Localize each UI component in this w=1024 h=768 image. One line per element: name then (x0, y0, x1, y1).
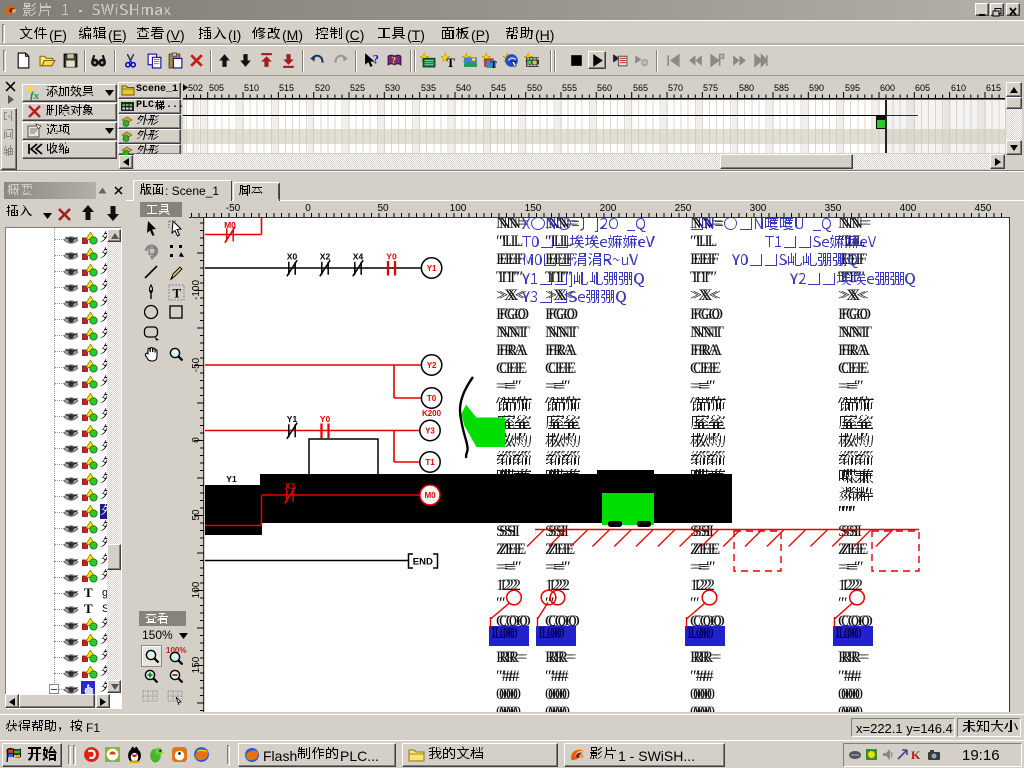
svg-text:600: 600 (880, 83, 895, 93)
svg-text:0: 0 (192, 437, 202, 443)
svg-text:615: 615 (986, 83, 1001, 93)
svg-text:T: T (446, 56, 455, 69)
svg-text:100: 100 (192, 581, 202, 598)
svg-text:X2: X2 (320, 252, 331, 262)
svg-text:Y0: Y0 (320, 414, 331, 424)
svg-text:Y1: Y1 (226, 474, 237, 484)
svg-text:K: K (911, 748, 921, 762)
svg-text:Y1: Y1 (427, 264, 437, 273)
svg-text:Y0: Y0 (386, 252, 397, 262)
svg-text:530: 530 (385, 83, 400, 93)
svg-text:M0: M0 (224, 220, 236, 230)
svg-text:540: 540 (456, 83, 471, 93)
svg-text:K200: K200 (422, 409, 442, 418)
svg-text:150: 150 (192, 656, 202, 673)
svg-text:610: 610 (951, 83, 966, 93)
svg-text:200: 200 (600, 203, 617, 214)
svg-text:0: 0 (305, 203, 311, 214)
svg-text:X3: X3 (285, 481, 296, 491)
svg-text:515: 515 (279, 83, 294, 93)
svg-text:T0: T0 (427, 394, 437, 403)
svg-text:-50: -50 (192, 357, 202, 372)
svg-text:510: 510 (244, 83, 259, 93)
svg-text:502: 502 (188, 83, 203, 93)
svg-text:X0: X0 (287, 252, 298, 262)
svg-text:M0: M0 (424, 491, 436, 500)
svg-text:555: 555 (562, 83, 577, 93)
svg-text:Y2: Y2 (427, 361, 437, 370)
svg-text:525: 525 (350, 83, 365, 93)
svg-text:T: T (173, 286, 182, 301)
svg-text:END: END (413, 557, 433, 568)
svg-text:150: 150 (525, 203, 542, 214)
svg-text:450: 450 (975, 203, 992, 214)
svg-text:550: 550 (527, 83, 542, 93)
svg-text:560: 560 (597, 83, 612, 93)
svg-text:350: 350 (825, 203, 842, 214)
svg-text:fx: fx (30, 90, 40, 101)
svg-text:520: 520 (315, 83, 330, 93)
svg-text:X4: X4 (353, 252, 364, 262)
svg-text:565: 565 (633, 83, 648, 93)
svg-text:Y3: Y3 (425, 427, 435, 436)
svg-text:300: 300 (750, 203, 767, 214)
svg-text:50: 50 (192, 509, 202, 521)
svg-text:?: ? (373, 53, 379, 67)
svg-text:580: 580 (739, 83, 754, 93)
svg-text:-100: -100 (192, 280, 202, 300)
svg-text:585: 585 (774, 83, 789, 93)
svg-text:575: 575 (703, 83, 718, 93)
svg-text:535: 535 (421, 83, 436, 93)
svg-text:-50: -50 (226, 203, 241, 214)
svg-text:?: ? (391, 56, 396, 67)
svg-text:505: 505 (209, 83, 224, 93)
svg-text:T1: T1 (425, 458, 435, 467)
svg-text:T: T (491, 60, 498, 69)
svg-text:100: 100 (450, 203, 467, 214)
svg-text:250: 250 (675, 203, 692, 214)
svg-text:50: 50 (377, 203, 389, 214)
svg-text:595: 595 (845, 83, 860, 93)
svg-text:545: 545 (491, 83, 506, 93)
svg-text:400: 400 (900, 203, 917, 214)
svg-text:590: 590 (809, 83, 824, 93)
svg-text:Y1: Y1 (287, 414, 298, 424)
svg-text:570: 570 (668, 83, 683, 93)
svg-text:605: 605 (915, 83, 930, 93)
